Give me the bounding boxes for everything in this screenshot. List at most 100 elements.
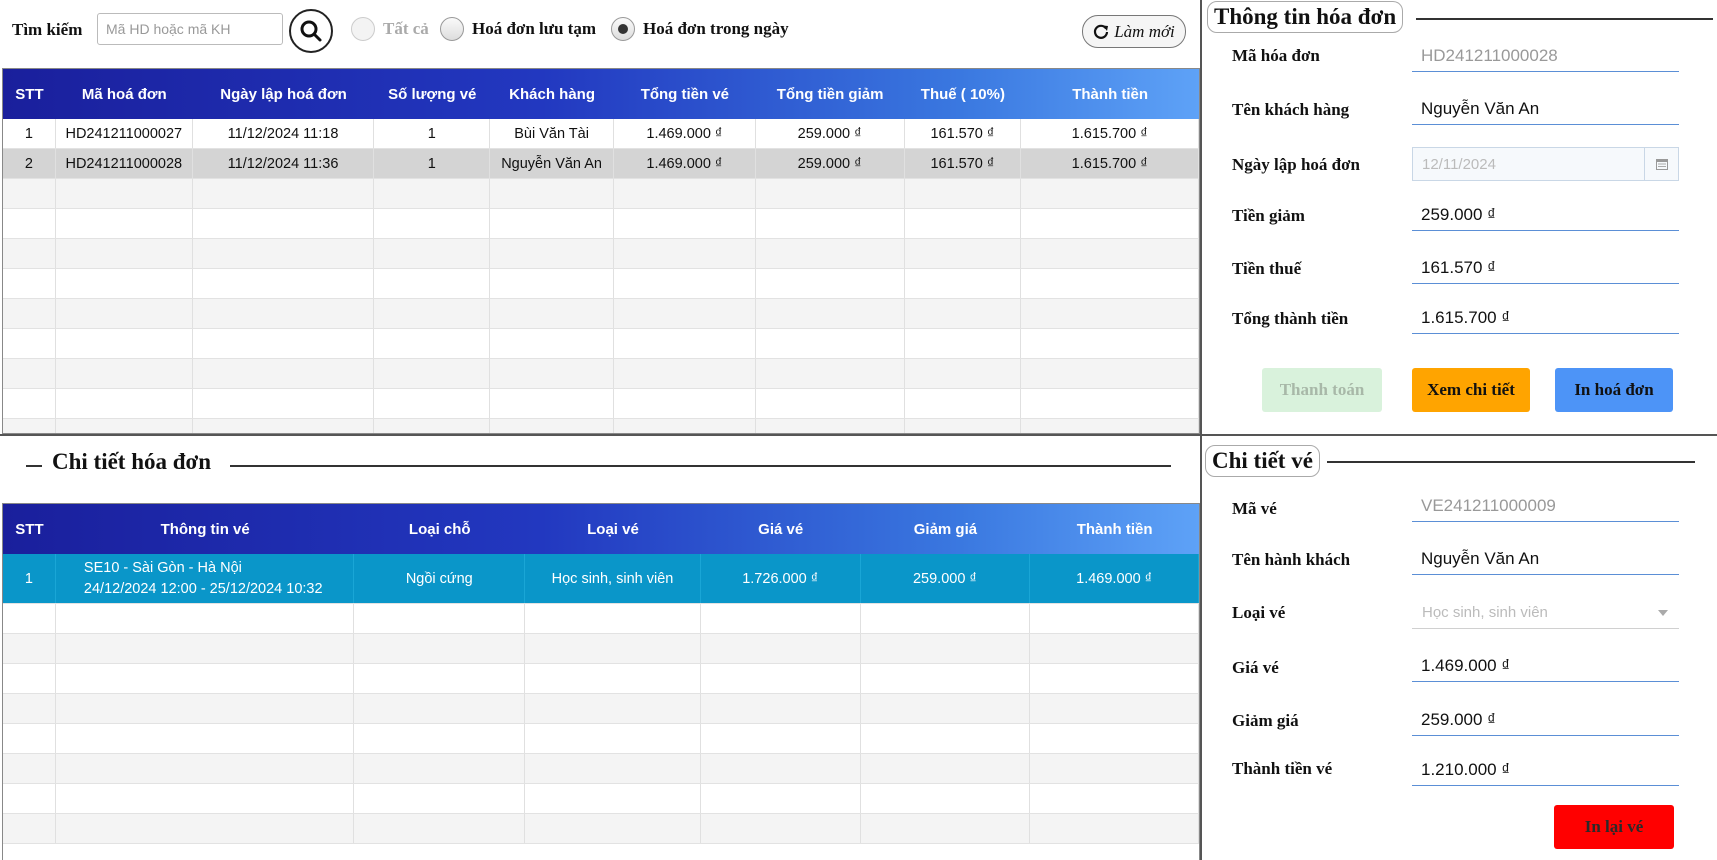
column-header[interactable]: Thành tiền bbox=[1030, 504, 1199, 554]
tax-label: Tiền thuế bbox=[1232, 259, 1302, 278]
ticket-discount-label: Giảm giá bbox=[1232, 711, 1299, 730]
table-cell: Nguyễn Văn An bbox=[490, 149, 614, 178]
column-header[interactable]: Tổng tiền giảm bbox=[756, 69, 905, 119]
ticket-price-label: Giá vé bbox=[1232, 658, 1279, 677]
column-header[interactable]: Giảm giá bbox=[861, 504, 1031, 554]
invoice-date-picker[interactable]: 12/11/2024 bbox=[1412, 147, 1679, 181]
ticket-type-select[interactable]: Học sinh, sinh viên bbox=[1412, 597, 1679, 629]
column-header[interactable]: Khách hàng bbox=[490, 69, 614, 119]
empty-row bbox=[3, 299, 1199, 329]
search-input[interactable] bbox=[97, 13, 283, 45]
column-header[interactable]: Số lượng vé bbox=[374, 69, 490, 119]
table-cell: 259.000 ₫ bbox=[756, 119, 905, 148]
column-header[interactable]: STT bbox=[3, 504, 56, 554]
ticket-info-rule bbox=[1327, 461, 1695, 463]
search-label: Tìm kiếm bbox=[12, 20, 83, 39]
print-invoice-button[interactable]: In hoá đơn bbox=[1555, 368, 1673, 412]
column-header[interactable]: Ngày lập hoá đơn bbox=[193, 69, 375, 119]
table-cell: 1.726.000 ₫ bbox=[701, 554, 861, 603]
detail-table-body: 1 SE10 - Sài Gòn - Hà Nội 24/12/2024 12:… bbox=[3, 554, 1199, 844]
table-cell: 1 bbox=[3, 554, 56, 603]
column-header[interactable]: STT bbox=[3, 69, 56, 119]
search-icon bbox=[300, 20, 322, 42]
column-header[interactable]: Mã hoá đơn bbox=[56, 69, 193, 119]
empty-row bbox=[3, 694, 1199, 724]
ticket-route: SE10 - Sài Gòn - Hà Nội bbox=[83, 559, 242, 576]
table-row-selected[interactable]: 1 SE10 - Sài Gòn - Hà Nội 24/12/2024 12:… bbox=[3, 554, 1199, 604]
column-header[interactable]: Loại chỗ bbox=[354, 504, 525, 554]
table-cell: 1 bbox=[374, 119, 491, 148]
search-button[interactable] bbox=[289, 9, 333, 53]
table-row[interactable]: 1 HD241211000027 11/12/2024 11:18 1 Bùi … bbox=[3, 119, 1199, 149]
horizontal-divider bbox=[0, 434, 1717, 436]
invoice-table-body: 1 HD241211000027 11/12/2024 11:18 1 Bùi … bbox=[3, 119, 1199, 433]
ticket-total-field[interactable]: 1.210.000 ₫ bbox=[1412, 754, 1679, 786]
ticket-discount-field[interactable]: 259.000 ₫ bbox=[1412, 704, 1679, 736]
empty-row bbox=[3, 209, 1199, 239]
table-row-selected[interactable]: 2 HD241211000028 11/12/2024 11:36 1 Nguy… bbox=[3, 149, 1199, 179]
filter-today-radio[interactable]: Hoá đơn trong ngày bbox=[611, 17, 789, 41]
filter-draft-label: Hoá đơn lưu tạm bbox=[472, 19, 596, 38]
empty-row bbox=[3, 389, 1199, 419]
invoice-table: STT Mã hoá đơn Ngày lập hoá đơn Số lượng… bbox=[2, 68, 1200, 434]
table-cell: 1.469.000 ₫ bbox=[1030, 554, 1199, 603]
empty-row bbox=[3, 754, 1199, 784]
column-header[interactable]: Thông tin vé bbox=[56, 504, 355, 554]
table-cell: HD241211000028 bbox=[56, 149, 193, 178]
empty-row bbox=[3, 269, 1199, 299]
chevron-down-icon bbox=[1658, 609, 1668, 616]
table-cell: 2 bbox=[3, 149, 56, 178]
ticket-type-label: Loại vé bbox=[1232, 603, 1286, 622]
table-cell: 1.615.700 ₫ bbox=[1021, 149, 1199, 178]
table-cell: 1 bbox=[3, 119, 56, 148]
ticket-id-label: Mã vé bbox=[1232, 499, 1277, 518]
empty-row bbox=[3, 634, 1199, 664]
invoice-detail-table: STT Thông tin vé Loại chỗ Loại vé Giá vé… bbox=[2, 503, 1200, 860]
detail-table-header: STT Thông tin vé Loại chỗ Loại vé Giá vé… bbox=[3, 504, 1199, 554]
customer-name-field[interactable]: Nguyễn Văn An bbox=[1412, 93, 1679, 125]
tax-field[interactable]: 161.570 ₫ bbox=[1412, 252, 1679, 284]
ticket-type-value: Học sinh, sinh viên bbox=[1422, 604, 1548, 621]
section-rule-right bbox=[230, 465, 1171, 467]
invoice-table-header: STT Mã hoá đơn Ngày lập hoá đơn Số lượng… bbox=[3, 69, 1199, 119]
invoice-detail-title: Chi tiết hóa đơn bbox=[46, 449, 218, 475]
ticket-info-title: Chi tiết vé bbox=[1205, 445, 1320, 477]
column-header[interactable]: Thành tiền bbox=[1021, 69, 1199, 119]
radio-selected-dot bbox=[618, 24, 628, 34]
column-header[interactable]: Giá vé bbox=[701, 504, 861, 554]
invoice-date-label: Ngày lập hoá đơn bbox=[1232, 155, 1360, 174]
column-header[interactable]: Thuế ( 10%) bbox=[905, 69, 1022, 119]
total-field[interactable]: 1.615.700 ₫ bbox=[1412, 302, 1679, 334]
empty-row bbox=[3, 814, 1199, 844]
filter-all-radio[interactable]: Tất cả bbox=[351, 17, 429, 41]
passenger-name-label: Tên hành khách bbox=[1232, 550, 1351, 569]
view-details-button[interactable]: Xem chi tiết bbox=[1412, 368, 1530, 412]
radio-dot bbox=[611, 17, 635, 41]
filter-draft-radio[interactable]: Hoá đơn lưu tạm bbox=[440, 17, 596, 41]
invoice-id-field[interactable]: HD241211000028 bbox=[1412, 40, 1679, 72]
column-header[interactable]: Tổng tiền vé bbox=[614, 69, 756, 119]
table-cell: 1.469.000 ₫ bbox=[614, 149, 756, 178]
ticket-schedule: 24/12/2024 12:00 - 25/12/2024 10:32 bbox=[83, 580, 323, 597]
table-cell: 259.000 ₫ bbox=[756, 149, 905, 178]
table-cell: 1.615.700 ₫ bbox=[1021, 119, 1199, 148]
table-cell: Bùi Văn Tài bbox=[490, 119, 614, 148]
empty-row bbox=[3, 239, 1199, 269]
invoice-info-title: Thông tin hóa đơn bbox=[1207, 1, 1404, 33]
reprint-ticket-button[interactable]: In lại vé bbox=[1554, 805, 1674, 849]
refresh-label: Làm mới bbox=[1114, 21, 1175, 41]
ticket-price-field[interactable]: 1.469.000 ₫ bbox=[1412, 650, 1679, 682]
passenger-name-field[interactable]: Nguyễn Văn An bbox=[1412, 543, 1679, 575]
section-rule-left bbox=[26, 465, 42, 467]
ticket-id-field[interactable]: VE241211000009 bbox=[1412, 490, 1679, 522]
pay-button[interactable]: Thanh toán bbox=[1262, 368, 1382, 412]
empty-row bbox=[3, 419, 1199, 433]
vertical-divider bbox=[1200, 0, 1202, 860]
empty-row bbox=[3, 724, 1199, 754]
column-header[interactable]: Loại vé bbox=[525, 504, 701, 554]
table-cell: 1.469.000 ₫ bbox=[614, 119, 756, 148]
discount-field[interactable]: 259.000 ₫ bbox=[1412, 199, 1679, 231]
calendar-icon[interactable] bbox=[1644, 148, 1678, 180]
refresh-button[interactable]: Làm mới bbox=[1082, 15, 1186, 48]
discount-label: Tiền giảm bbox=[1232, 206, 1305, 225]
